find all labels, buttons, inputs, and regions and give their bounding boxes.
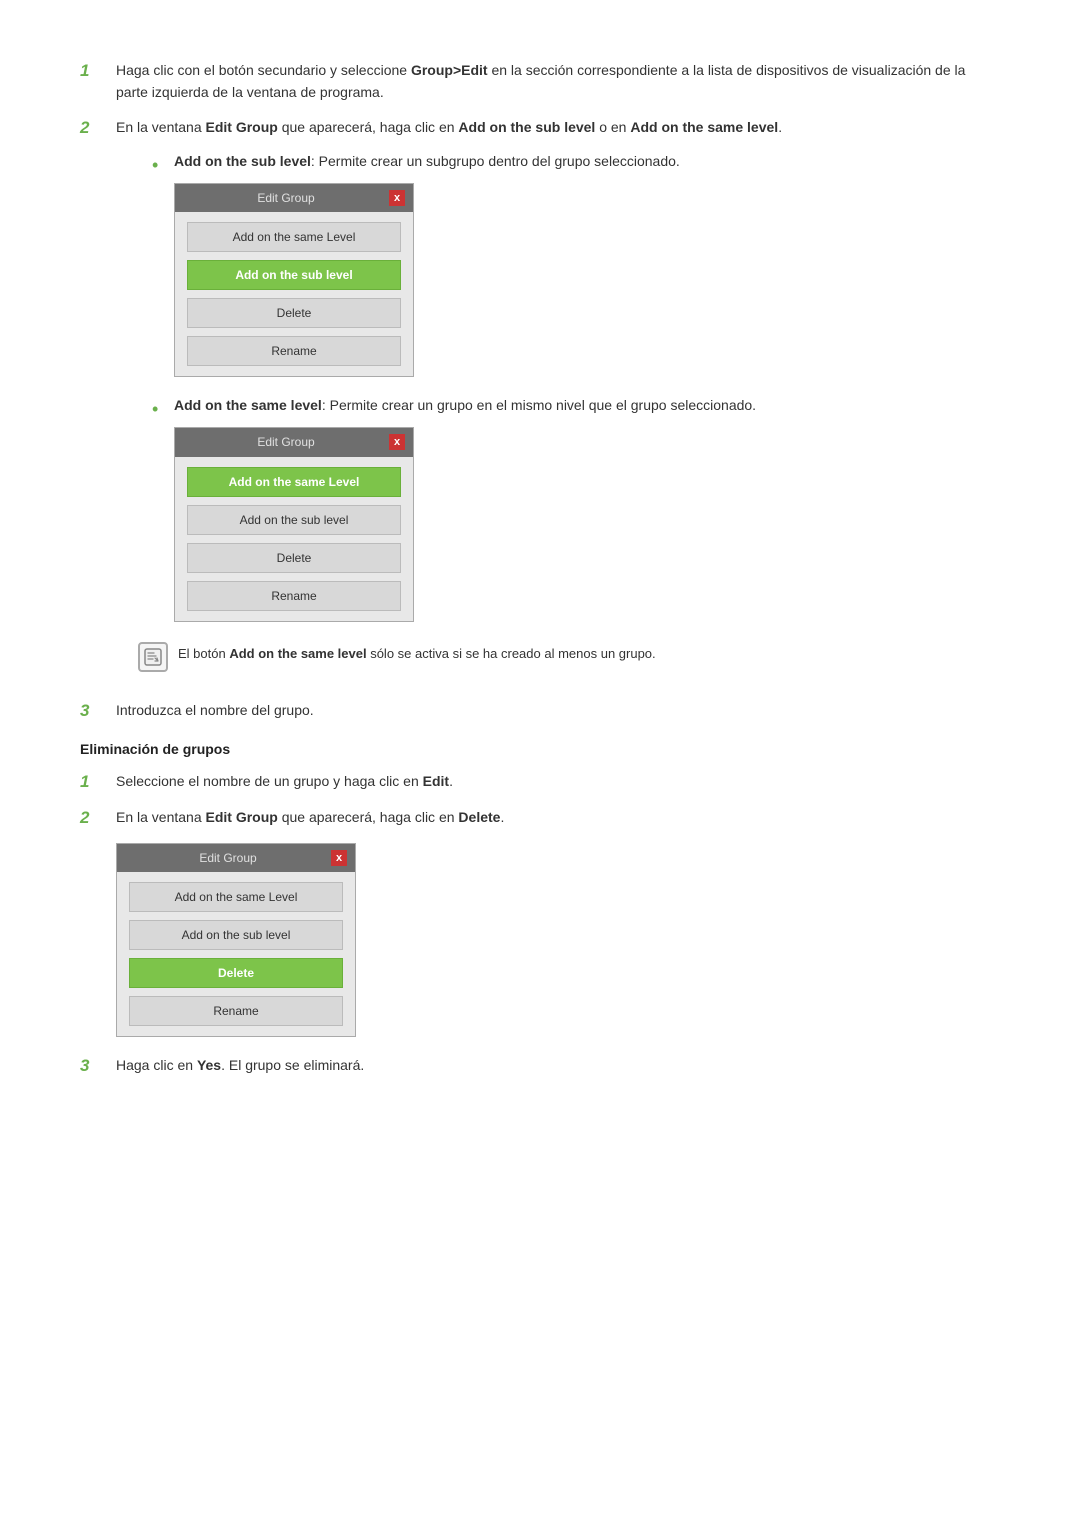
add-same-level-btn-2[interactable]: Add on the same Level: [187, 467, 401, 497]
dialog-titlebar-1: Edit Group x: [175, 184, 413, 213]
dialog-body-1: Add on the same Level Add on the sub lev…: [175, 212, 413, 376]
delete-btn-1[interactable]: Delete: [187, 298, 401, 328]
delete-btn-3[interactable]: Delete: [129, 958, 343, 988]
elim-step-2-text: En la ventana Edit Group que aparecerá, …: [116, 807, 1000, 829]
dialog-titlebar-2: Edit Group x: [175, 428, 413, 457]
dialog-title-3: Edit Group: [125, 849, 331, 868]
elim-step-number-3: 3: [80, 1055, 116, 1076]
add-sub-level-btn-1[interactable]: Add on the sub level: [187, 260, 401, 290]
dialog-box-2: Edit Group x Add on the same Level Add o…: [174, 427, 414, 622]
elim-step-1-text: Seleccione el nombre de un grupo y haga …: [116, 771, 1000, 793]
step-2: 2 En la ventana Edit Group que aparecerá…: [80, 117, 1000, 685]
rename-btn-2[interactable]: Rename: [187, 581, 401, 611]
elim-step-3-text: Haga clic en Yes. El grupo se eliminará.: [116, 1055, 1000, 1077]
step-1-text: Haga clic con el botón secundario y sele…: [116, 60, 1000, 103]
step-3-content: Introduzca el nombre del grupo.: [116, 700, 1000, 722]
dialog-titlebar-3: Edit Group x: [117, 844, 355, 873]
step-number-2: 2: [80, 117, 116, 138]
bullet-section: • Add on the sub level: Permite crear un…: [152, 151, 1000, 626]
step-3: 3 Introduzca el nombre del grupo.: [80, 700, 1000, 722]
bullet-1-text: Add on the sub level: Permite crear un s…: [174, 153, 680, 169]
note-box: El botón Add on the same level sólo se a…: [138, 640, 1000, 672]
rename-btn-3[interactable]: Rename: [129, 996, 343, 1026]
bullet-2-body: Add on the same level: Permite crear un …: [174, 395, 1000, 625]
bullet-dot-1: •: [152, 152, 174, 180]
section-heading: Eliminación de grupos: [80, 741, 1000, 757]
step-1: 1 Haga clic con el botón secundario y se…: [80, 60, 1000, 103]
elim-step-number-1: 1: [80, 771, 116, 792]
dialog-close-btn-2[interactable]: x: [389, 434, 405, 450]
note-icon: [138, 642, 168, 672]
dialog-title-2: Edit Group: [183, 433, 389, 452]
rename-btn-1[interactable]: Rename: [187, 336, 401, 366]
dialog-close-btn-3[interactable]: x: [331, 850, 347, 866]
dialog-body-3: Add on the same Level Add on the sub lev…: [117, 872, 355, 1036]
elim-step-2-content: En la ventana Edit Group que aparecerá, …: [116, 807, 1000, 1041]
delete-btn-2[interactable]: Delete: [187, 543, 401, 573]
note-text: El botón Add on the same level sólo se a…: [178, 640, 656, 664]
dialog-close-btn-1[interactable]: x: [389, 190, 405, 206]
add-same-level-btn-1[interactable]: Add on the same Level: [187, 222, 401, 252]
bullet-2-text: Add on the same level: Permite crear un …: [174, 397, 756, 413]
bullet-item-2: • Add on the same level: Permite crear u…: [152, 395, 1000, 625]
bullet-dot-2: •: [152, 396, 174, 424]
elim-step-3: 3 Haga clic en Yes. El grupo se eliminar…: [80, 1055, 1000, 1077]
elim-step-3-content: Haga clic en Yes. El grupo se eliminará.: [116, 1055, 1000, 1077]
elim-step-1: 1 Seleccione el nombre de un grupo y hag…: [80, 771, 1000, 793]
elim-step-number-2: 2: [80, 807, 116, 828]
dialog-body-2: Add on the same Level Add on the sub lev…: [175, 457, 413, 621]
elim-step-1-content: Seleccione el nombre de un grupo y haga …: [116, 771, 1000, 793]
step-2-content: En la ventana Edit Group que aparecerá, …: [116, 117, 1000, 685]
add-sub-level-btn-2[interactable]: Add on the sub level: [187, 505, 401, 535]
elim-step-2: 2 En la ventana Edit Group que aparecerá…: [80, 807, 1000, 1041]
dialog-box-3: Edit Group x Add on the same Level Add o…: [116, 843, 356, 1038]
add-same-level-btn-3[interactable]: Add on the same Level: [129, 882, 343, 912]
dialog-title-1: Edit Group: [183, 189, 389, 208]
step-2-text: En la ventana Edit Group que aparecerá, …: [116, 117, 1000, 139]
dialog-box-1: Edit Group x Add on the same Level Add o…: [174, 183, 414, 378]
bullet-item-1: • Add on the sub level: Permite crear un…: [152, 151, 1000, 381]
step-number-3: 3: [80, 700, 116, 721]
step-3-text: Introduzca el nombre del grupo.: [116, 700, 1000, 722]
step-1-content: Haga clic con el botón secundario y sele…: [116, 60, 1000, 103]
bullet-1-body: Add on the sub level: Permite crear un s…: [174, 151, 1000, 381]
step-number-1: 1: [80, 60, 116, 81]
add-sub-level-btn-3[interactable]: Add on the sub level: [129, 920, 343, 950]
